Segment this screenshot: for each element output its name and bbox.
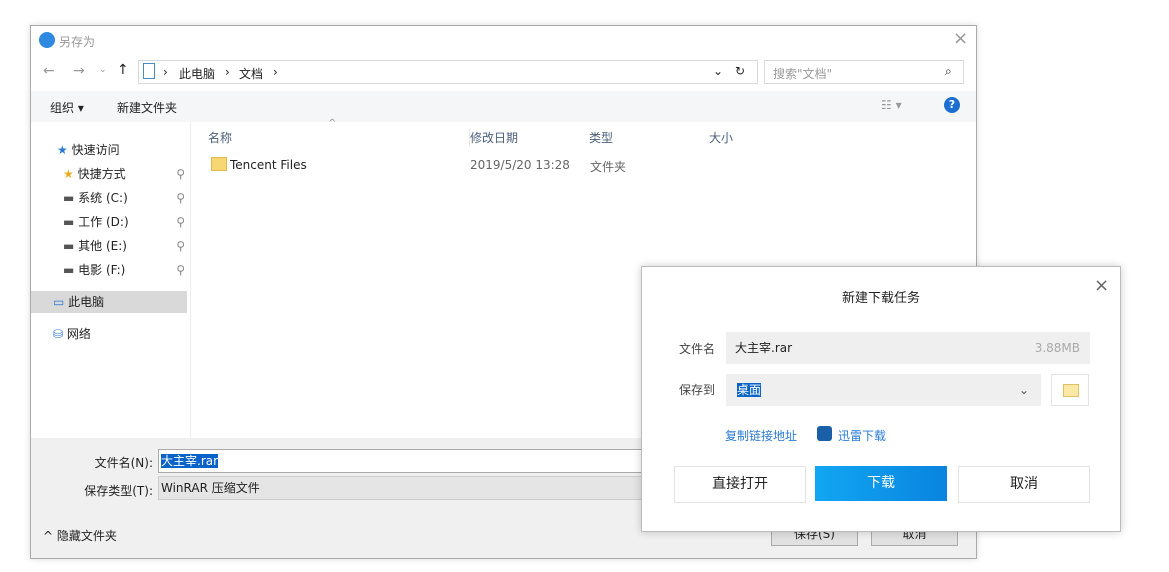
download-filename-input[interactable]: 大主宰.rar 3.88MB — [726, 332, 1090, 364]
column-size[interactable]: 大小 — [709, 129, 733, 146]
sidebar-item-d[interactable]: ▬ 工作 (D:) ⚲ — [63, 211, 185, 233]
chevron-down-icon: ⌄ — [1018, 383, 1029, 397]
search-input[interactable]: 搜索"文档" ⌕ — [764, 60, 964, 84]
new-folder-button[interactable]: 新建文件夹 — [117, 99, 177, 116]
download-button[interactable]: 下载 — [815, 466, 947, 501]
cancel-download-button[interactable]: 取消 — [958, 466, 1090, 503]
sidebar-item-f[interactable]: ▬ 电影 (F:) ⚲ — [63, 259, 185, 281]
folder-icon — [211, 157, 227, 171]
breadcrumb-documents[interactable]: 文档 — [239, 65, 263, 82]
sort-arrow-icon: ^ — [328, 118, 337, 129]
save-location-select[interactable]: 桌面 ⌄ — [726, 374, 1041, 406]
view-options-icon[interactable]: ☷ ▾ — [881, 98, 902, 112]
thunder-download-link[interactable]: 迅雷下载 — [838, 427, 886, 444]
document-icon — [143, 63, 155, 79]
sidebar-item-e[interactable]: ▬ 其他 (E:) ⚲ — [63, 235, 185, 257]
sidebar-item-c[interactable]: ▬ 系统 (C:) ⚲ — [63, 187, 185, 209]
sidebar-item-network[interactable]: ⛁ 网络 — [53, 323, 91, 345]
up-icon[interactable]: ↑ — [117, 62, 129, 78]
thunder-icon — [817, 426, 832, 441]
close-icon[interactable]: × — [953, 28, 968, 49]
recent-dropdown-icon[interactable]: ⌄ — [99, 65, 107, 75]
dialog-title: 新建下载任务 — [841, 291, 920, 306]
search-icon: ⌕ — [945, 64, 952, 78]
column-name[interactable]: 名称 — [208, 129, 232, 146]
sidebar-item-shortcuts[interactable]: ★ 快捷方式 ⚲ — [63, 163, 185, 185]
organize-button[interactable]: 组织 ▾ — [50, 99, 84, 116]
app-icon — [39, 32, 55, 48]
folder-icon — [1063, 384, 1079, 397]
sidebar-item-this-pc[interactable]: ▭ 此电脑 — [31, 291, 187, 313]
open-directly-button[interactable]: 直接打开 — [674, 466, 806, 503]
forward-icon[interactable]: → — [73, 63, 85, 79]
help-icon[interactable]: ? — [944, 97, 960, 113]
refresh-icon[interactable]: ↻ — [735, 64, 745, 78]
column-type[interactable]: 类型 — [589, 129, 613, 146]
close-icon[interactable]: × — [1094, 275, 1109, 296]
sidebar-quick-access[interactable]: ★ 快速访问 — [57, 139, 120, 161]
copy-link-button[interactable]: 复制链接地址 — [725, 427, 797, 444]
back-icon[interactable]: ← — [43, 63, 55, 79]
filename-input[interactable]: 大主宰.rar — [158, 449, 722, 473]
address-dropdown-icon[interactable]: ⌄ — [713, 64, 723, 78]
column-date[interactable]: 修改日期 — [469, 129, 518, 146]
navigation-pane: ★ 快速访问 ★ 快捷方式 ⚲ ▬ 系统 (C:) ⚲ ▬ 工作 (D:) ⚲ ▬ 其… — [31, 122, 191, 438]
address-bar[interactable]: › 此电脑 › 文档 › ⌄ ↻ — [138, 60, 758, 84]
browse-folder-button[interactable] — [1051, 374, 1089, 406]
filetype-select[interactable]: WinRAR 压缩文件 — [158, 476, 722, 500]
hide-folders-toggle[interactable]: ^ 隐藏文件夹 — [43, 527, 117, 544]
table-row[interactable]: Tencent Files 2019/5/20 13:28 文件夹 — [201, 154, 781, 176]
breadcrumb-this-pc[interactable]: 此电脑 — [179, 65, 215, 82]
window-title: 另存为 — [59, 35, 96, 49]
toolbar: 组织 ▾ 新建文件夹 ☷ ▾ ? — [31, 91, 976, 122]
file-size: 3.88MB — [1034, 341, 1080, 355]
new-download-dialog: 新建下载任务 × 文件名 大主宰.rar 3.88MB 保存到 桌面 ⌄ 复制链… — [641, 266, 1121, 532]
